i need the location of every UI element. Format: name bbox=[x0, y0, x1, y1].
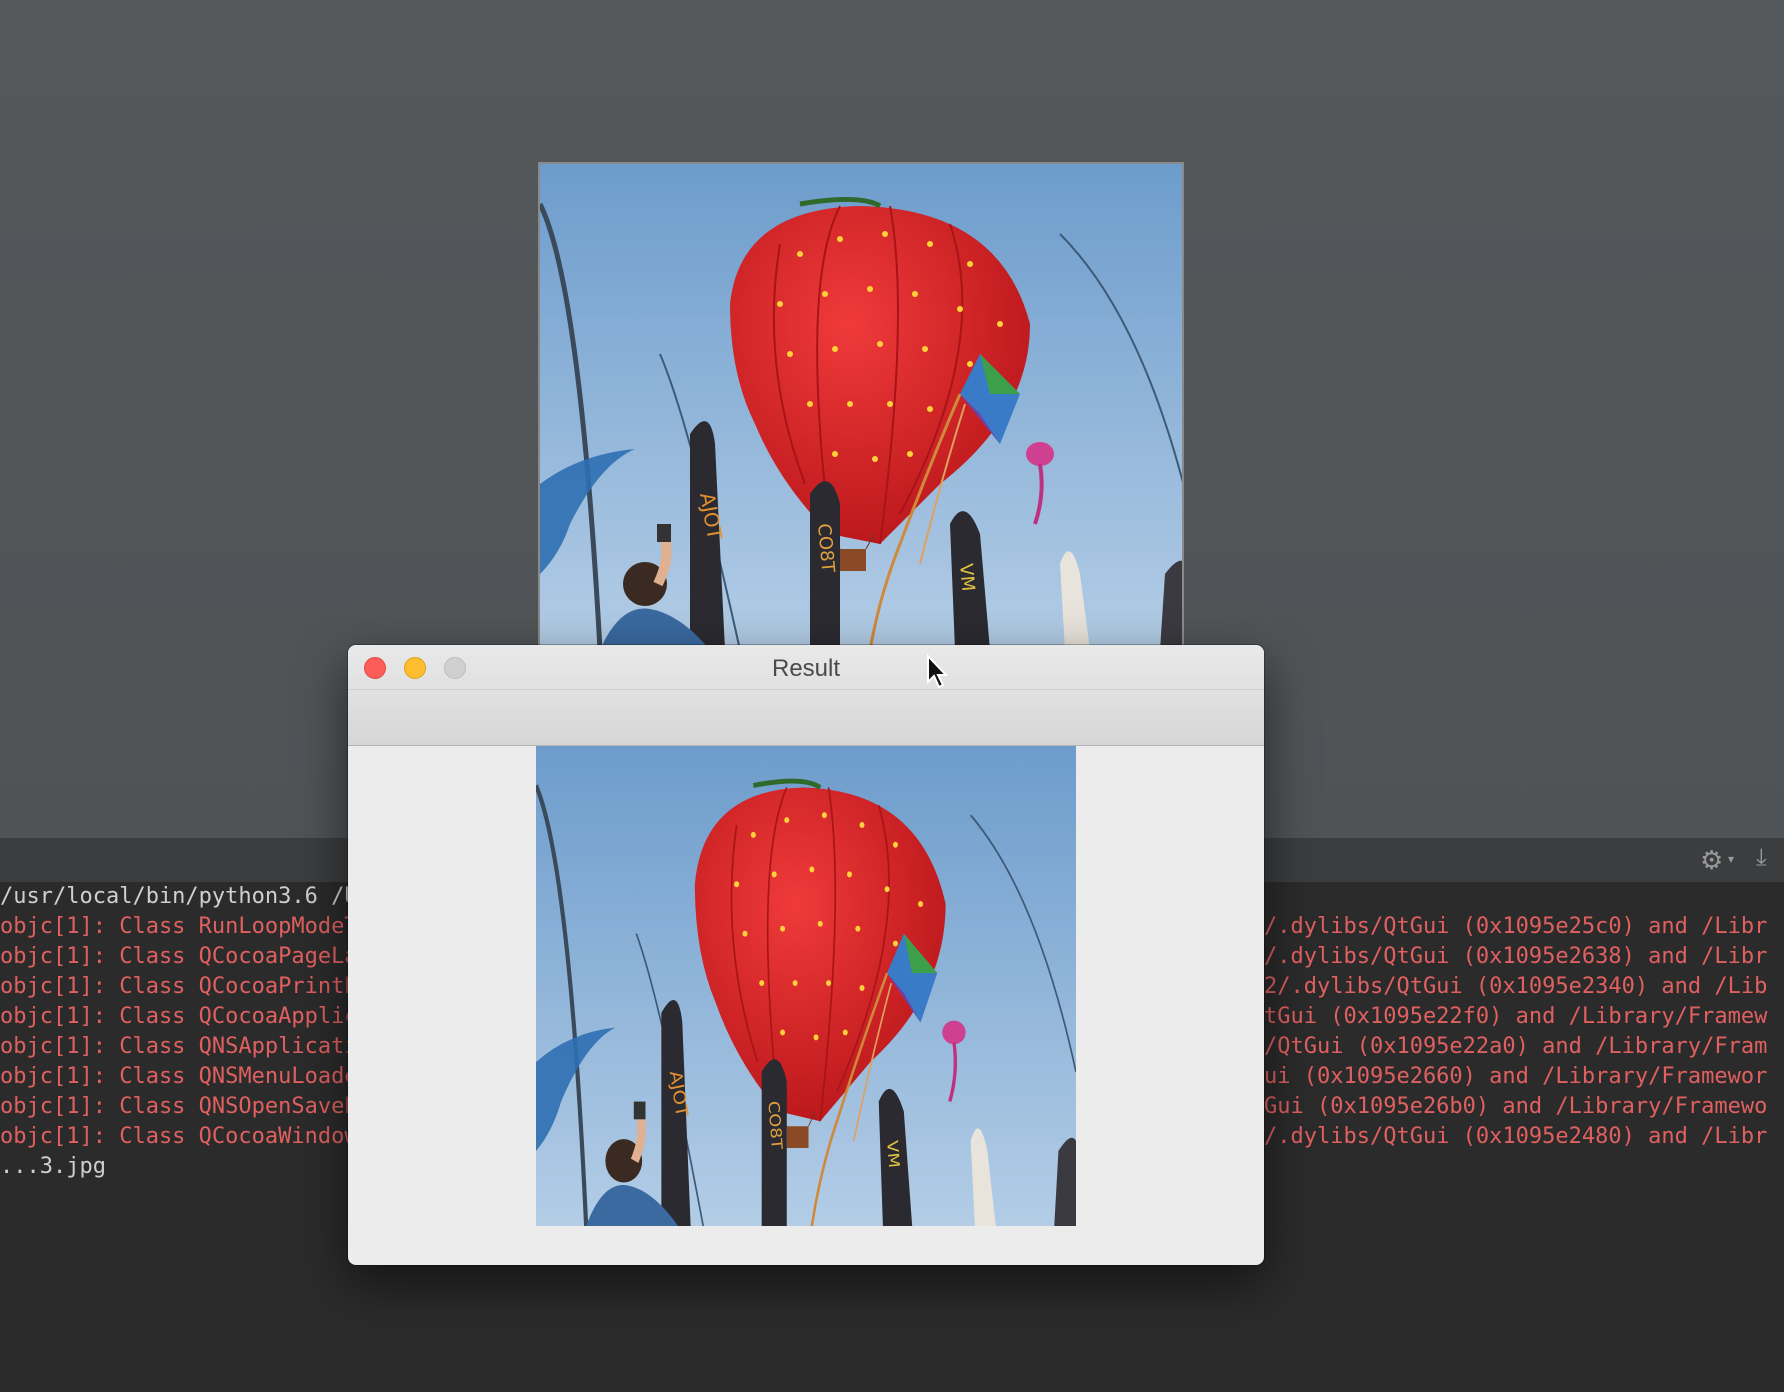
chevron-down-icon[interactable]: ▾ bbox=[1728, 852, 1734, 866]
console-line: objc[1]: Class QNSOpenSavePanelDelegate … bbox=[0, 1094, 350, 1119]
console-line: ui (0x1095e2660) and /Library/Framewor bbox=[1264, 1064, 1768, 1089]
gear-icon[interactable]: ⚙ bbox=[1700, 845, 1723, 875]
result-image bbox=[536, 746, 1076, 1226]
result-window[interactable]: Result bbox=[348, 645, 1264, 1265]
balloon-photo-result bbox=[536, 746, 1076, 1226]
balloon-photo bbox=[540, 164, 1184, 648]
cursor-arrow-icon bbox=[927, 654, 949, 689]
console-line: /.dylibs/QtGui (0x1095e25c0) and /Libr bbox=[1264, 914, 1768, 939]
console-output-right: /.dylibs/QtGui (0x1095e25c0) and /Libr /.… bbox=[1264, 912, 1784, 1152]
console-line: /usr/local/bin/python3.6 /Users/dev/Desk… bbox=[0, 884, 350, 909]
console-line: Gui (0x1095e26b0) and /Library/Framewo bbox=[1264, 1094, 1768, 1119]
console-line: /.dylibs/QtGui (0x1095e2638) and /Libr bbox=[1264, 944, 1768, 969]
console-line: objc[1]: Class QCocoaPageLayoutDelegate … bbox=[0, 944, 350, 969]
console-line: objc[1]: Class QCocoaPrintPanelDelegate … bbox=[0, 974, 350, 999]
console-line: 2/.dylibs/QtGui (0x1095e2340) and /Lib bbox=[1264, 974, 1768, 999]
console-line: objc[1]: Class QCocoaApplicationDelegate… bbox=[0, 1004, 350, 1029]
titlebar-divider bbox=[348, 689, 1264, 690]
console-line: objc[1]: Class QCocoaWindowDelegate is i… bbox=[0, 1124, 350, 1149]
console-line: objc[1]: Class QNSMenuLoader is implemen… bbox=[0, 1064, 350, 1089]
console-output-left: /usr/local/bin/python3.6 /Users/dev/Desk… bbox=[0, 882, 350, 1182]
window-title: Result bbox=[771, 655, 841, 682]
console-line: tGui (0x1095e22f0) and /Library/Framew bbox=[1264, 1004, 1768, 1029]
console-line: objc[1]: Class RunLoopModeTracker is imp… bbox=[0, 914, 350, 939]
console-line: ...3.jpg bbox=[0, 1154, 106, 1179]
image-window[interactable] bbox=[538, 162, 1184, 648]
window-titlebar[interactable]: Result bbox=[348, 645, 1264, 746]
console-line: objc[1]: Class QNSApplication is impleme… bbox=[0, 1034, 350, 1059]
download-icon[interactable]: ⤓ bbox=[1756, 844, 1767, 872]
console-line: /.dylibs/QtGui (0x1095e2480) and /Libr bbox=[1264, 1124, 1768, 1149]
console-line: /QtGui (0x1095e22a0) and /Library/Fram bbox=[1264, 1034, 1768, 1059]
